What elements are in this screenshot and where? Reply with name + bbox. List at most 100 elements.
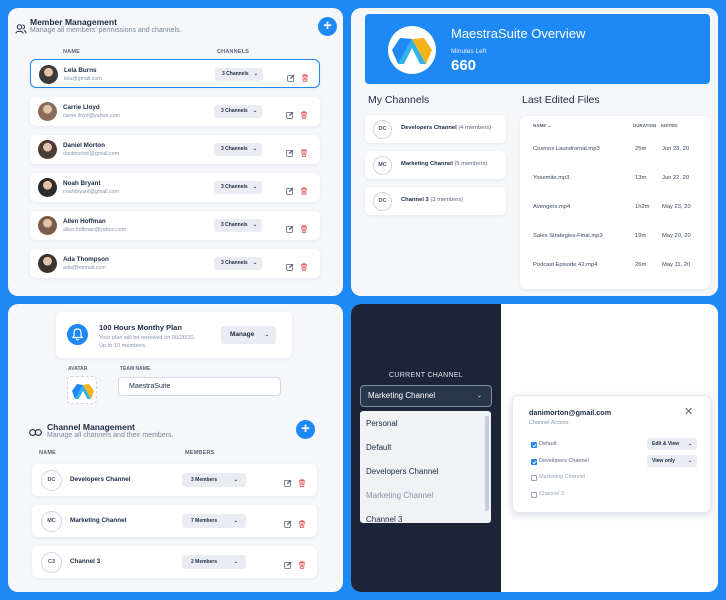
channel-row[interactable]: DC Developers Channel 3 Members ⌄ xyxy=(32,464,317,496)
dropdown-option[interactable]: Marketing Channel xyxy=(366,491,433,500)
plan-members-text: Up to 10 members. xyxy=(99,343,147,349)
team-name-label: TEAM NAME xyxy=(120,366,151,372)
channel-checkbox[interactable] xyxy=(531,491,537,498)
delete-icon[interactable] xyxy=(301,69,309,87)
channel-checkbox[interactable] xyxy=(531,475,537,481)
team-name-input[interactable]: MaestraSuite xyxy=(118,377,281,396)
edit-icon[interactable] xyxy=(287,69,295,87)
panel-title: Member Management xyxy=(30,17,117,27)
edit-icon[interactable] xyxy=(286,144,294,162)
delete-icon[interactable] xyxy=(300,182,308,200)
channel-member-count: (3 members) xyxy=(430,197,464,203)
file-name: Yosemite.mp3 xyxy=(533,175,570,181)
manage-plan-button[interactable]: Manage ⌄ xyxy=(221,326,276,344)
permission-select[interactable]: Edit & View ⌄ xyxy=(647,438,697,450)
edit-icon[interactable] xyxy=(286,182,294,200)
channel-checkbox[interactable] xyxy=(531,458,537,465)
chevron-down-icon: ⌄ xyxy=(688,441,692,446)
delete-icon[interactable] xyxy=(298,556,306,574)
edit-icon[interactable] xyxy=(284,556,292,574)
channel-name: Marketing Channel xyxy=(70,517,127,524)
current-channel-label: CURRENT CHANNEL xyxy=(389,372,463,379)
dropdown-scrollbar[interactable] xyxy=(485,416,489,511)
member-row[interactable]: Carrie Lloyd carrie.lloyd@yahoo.com 3 Chan… xyxy=(30,97,320,126)
channel-row[interactable]: C3 Channel 3 2 Members ⌄ xyxy=(32,546,317,578)
dropdown-option[interactable]: Default xyxy=(366,443,391,452)
chevron-down-icon: ⌄ xyxy=(476,393,482,399)
channels-select-label: 3 Channels xyxy=(221,108,248,114)
files-header-name[interactable]: NAME ⌄ xyxy=(533,123,551,129)
members-select[interactable]: 3 Members ⌄ xyxy=(182,473,246,487)
member-row[interactable]: Daniel Morton danimorton@gmail.com 3 Chann… xyxy=(30,135,320,164)
members-select-label: 3 Members xyxy=(191,477,218,483)
file-name: Avengers.mp4 xyxy=(533,204,571,210)
delete-icon[interactable] xyxy=(300,106,308,124)
delete-icon[interactable] xyxy=(300,220,308,238)
file-edited: Jun 23, 20 xyxy=(662,146,690,152)
channels-select-label: 3 Channels xyxy=(221,184,248,190)
avatar xyxy=(38,178,57,197)
channel-initials: MC xyxy=(373,156,392,175)
overview-banner: MaestraSuite Overview Minutes Left 660 xyxy=(365,14,710,84)
my-channel-item[interactable]: DC Channel 3 (3 members) xyxy=(365,187,506,215)
channel-checkbox[interactable] xyxy=(531,442,537,448)
delete-icon[interactable] xyxy=(300,144,308,162)
dropdown-option[interactable]: Personal xyxy=(366,419,398,428)
member-row[interactable]: Noah Bryant noahbryant@gmail.com 3 Channel… xyxy=(30,173,320,202)
members-select[interactable]: 7 Members ⌄ xyxy=(182,514,246,528)
channel-initials: DC xyxy=(373,120,392,139)
edit-icon[interactable] xyxy=(286,106,294,124)
file-edited: May 23, 20 xyxy=(662,204,691,210)
delete-icon[interactable] xyxy=(300,258,308,276)
people-icon xyxy=(15,20,27,38)
link-icon xyxy=(29,424,42,442)
edit-icon[interactable] xyxy=(286,258,294,276)
channels-select[interactable]: 3 Channels ⌄ xyxy=(214,181,262,194)
files-header-duration: DURATION xyxy=(633,123,657,128)
member-email: carrie.lloyd@yahoo.com xyxy=(63,113,120,119)
minutes-left-value: 660 xyxy=(451,57,477,74)
my-channel-item[interactable]: DC Developers Channel (4 members) xyxy=(365,115,506,143)
channel-checkbox-label: Developers Channel xyxy=(539,457,589,464)
team-avatar-upload[interactable] xyxy=(67,376,97,404)
channel-management-title: Channel Management xyxy=(47,422,135,432)
member-management-panel: Member Management Manage all members' pe… xyxy=(8,8,343,296)
my-channel-item[interactable]: MC Marketing Channel (5 members) xyxy=(365,151,506,179)
channels-select[interactable]: 3 Channels ⌄ xyxy=(214,257,262,270)
avatar xyxy=(38,216,57,235)
add-member-button[interactable]: + xyxy=(318,17,337,36)
edit-icon[interactable] xyxy=(284,474,292,492)
add-channel-button[interactable]: + xyxy=(296,420,315,439)
edit-icon[interactable] xyxy=(284,515,292,533)
last-edited-files-title: Last Edited Files xyxy=(522,94,600,106)
member-row[interactable]: Ada Thompson ada@hotmail.com 3 Channels ⌄ xyxy=(30,249,320,278)
members-select[interactable]: 2 Members ⌄ xyxy=(182,555,246,569)
member-row[interactable]: Lela Burns lela@gmail.com 3 Channels ⌄ xyxy=(30,59,320,88)
chevron-down-icon: ⌄ xyxy=(264,332,269,338)
channels-select-label: 3 Channels xyxy=(221,260,248,266)
delete-icon[interactable] xyxy=(298,474,306,492)
my-channels-title: My Channels xyxy=(368,94,430,106)
member-email: allen.hoffman@yahoo.com xyxy=(63,227,126,233)
close-icon[interactable]: ✕ xyxy=(684,405,693,418)
file-edited: Jun 22, 20 xyxy=(662,175,690,181)
dropdown-option[interactable]: Channel 3 xyxy=(366,515,402,523)
chevron-down-icon: ⌄ xyxy=(688,457,692,463)
channel-checkbox-label: Channel 3 xyxy=(539,490,565,497)
channels-select[interactable]: 3 Channels ⌄ xyxy=(214,219,262,232)
current-channel-select[interactable]: Marketing Channel ⌄ xyxy=(360,385,492,407)
channels-select[interactable]: 3 Channels ⌄ xyxy=(215,68,263,81)
dropdown-option[interactable]: Developers Channel xyxy=(366,467,439,476)
channel-row[interactable]: MC Marketing Channel 7 Members ⌄ xyxy=(32,505,317,537)
member-row[interactable]: Allen Hoffman allen.hoffman@yahoo.com 3 Ch… xyxy=(30,211,320,240)
delete-icon[interactable] xyxy=(298,515,306,533)
member-email: lela@gmail.com xyxy=(64,76,102,82)
plan-card: 100 Hours Monthy Plan Your plan will be … xyxy=(56,312,292,358)
channel-initials: MC xyxy=(41,511,62,532)
channels-select[interactable]: 3 Channels ⌄ xyxy=(214,105,262,118)
channel-access-modal: danimorton@gmail.com Channel Access ✕ De… xyxy=(512,395,711,513)
member-name: Carrie Lloyd xyxy=(63,104,100,111)
edit-icon[interactable] xyxy=(286,220,294,238)
channels-select[interactable]: 3 Channels ⌄ xyxy=(214,143,262,156)
permission-select[interactable]: View only ⌄ xyxy=(647,454,697,467)
